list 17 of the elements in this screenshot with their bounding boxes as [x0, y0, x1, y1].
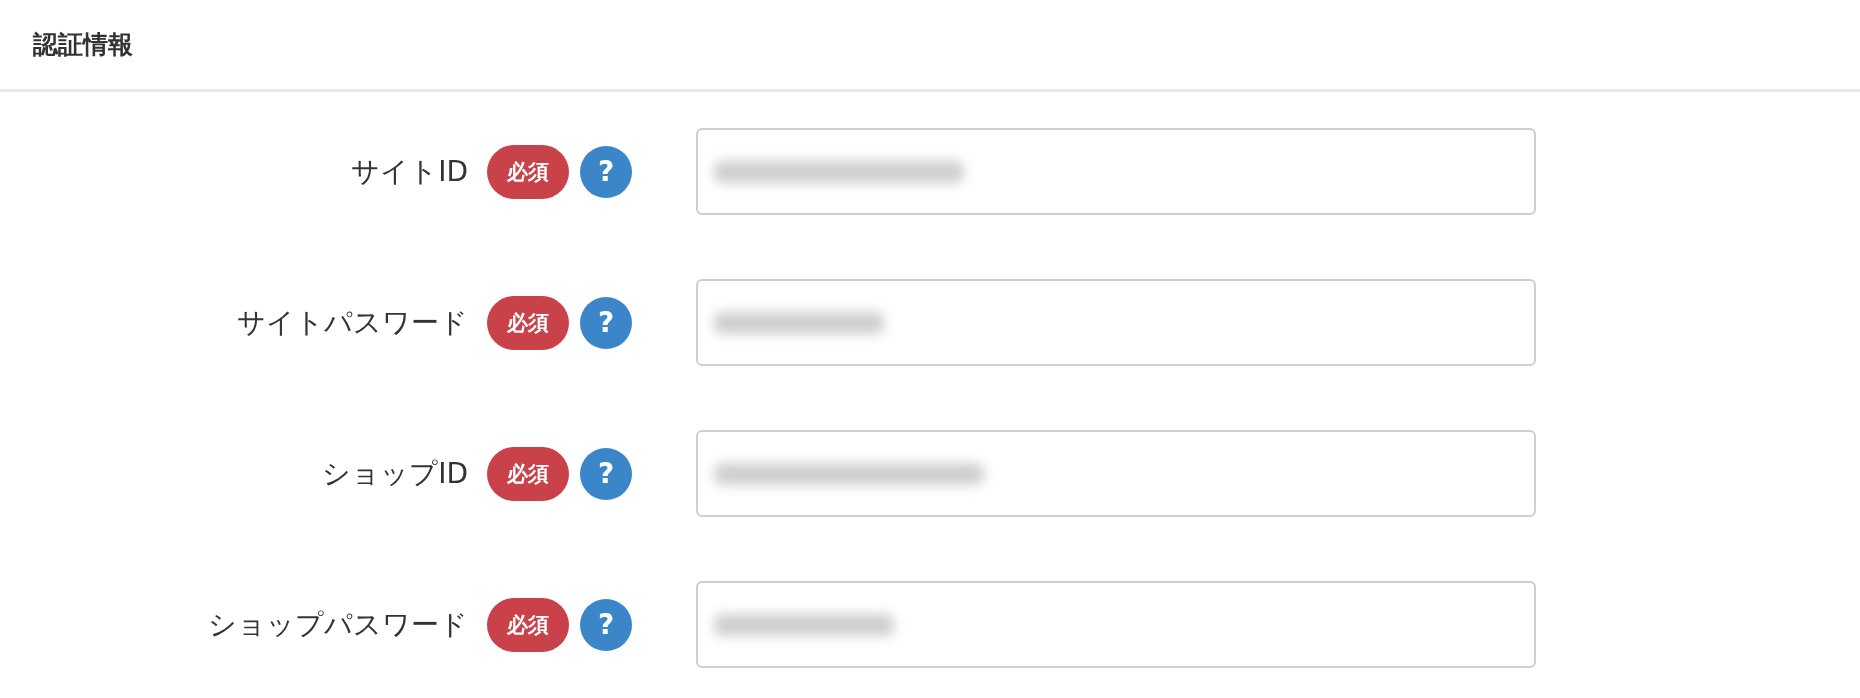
- field-label: サイトパスワード: [237, 304, 468, 341]
- help-button[interactable]: ?: [580, 447, 632, 500]
- required-badge: 必須: [487, 295, 569, 350]
- required-badge: 必須: [487, 144, 569, 199]
- help-button[interactable]: ?: [580, 296, 632, 349]
- input-field[interactable]: [696, 581, 1536, 668]
- input-field[interactable]: [696, 279, 1536, 366]
- field-label: ショップID: [322, 455, 468, 492]
- section-title: 認証情報: [33, 29, 133, 61]
- field-label: サイトID: [351, 153, 468, 190]
- help-button[interactable]: ?: [580, 145, 632, 198]
- required-badge: 必須: [487, 597, 569, 652]
- input-field[interactable]: [696, 128, 1536, 215]
- field-label: ショップパスワード: [208, 606, 468, 643]
- required-badge: 必須: [487, 446, 569, 501]
- input-field[interactable]: [696, 430, 1536, 517]
- help-button[interactable]: ?: [580, 598, 632, 651]
